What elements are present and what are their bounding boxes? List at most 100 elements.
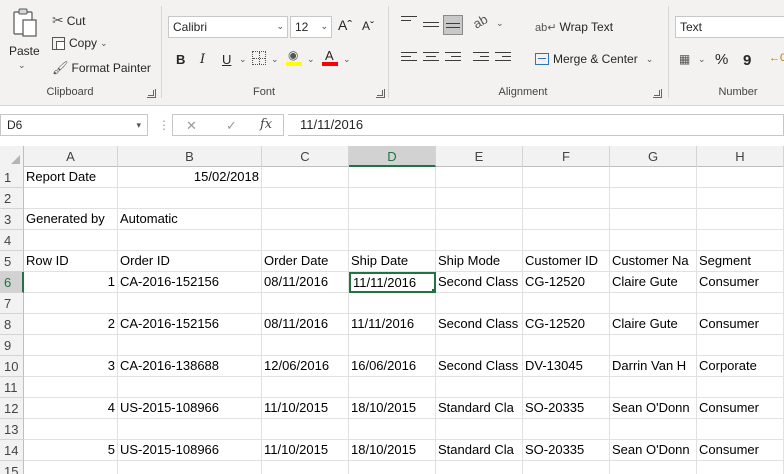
top-align-icon[interactable] bbox=[401, 16, 417, 30]
fill-color-dropdown-icon[interactable]: ⌄ bbox=[307, 54, 315, 65]
cell-h2[interactable] bbox=[697, 188, 784, 209]
cell-b10[interactable]: CA-2016-138688 bbox=[118, 356, 262, 377]
cell-g13[interactable] bbox=[610, 419, 697, 440]
cell-f13[interactable] bbox=[523, 419, 610, 440]
cell-g10[interactable]: Darrin Van H bbox=[610, 356, 697, 377]
cell-g3[interactable] bbox=[610, 209, 697, 230]
italic-button[interactable]: I bbox=[200, 52, 205, 67]
cell-h9[interactable] bbox=[697, 335, 784, 356]
cell-b12[interactable]: US-2015-108966 bbox=[118, 398, 262, 419]
wrap-text-button[interactable]: ab↵ Wrap Text bbox=[535, 20, 613, 34]
cell-g4[interactable] bbox=[610, 230, 697, 251]
cell-d2[interactable] bbox=[349, 188, 436, 209]
cell-a1[interactable]: Report Date bbox=[24, 167, 118, 188]
cell-e13[interactable] bbox=[436, 419, 523, 440]
cell-d4[interactable] bbox=[349, 230, 436, 251]
cell-h7[interactable] bbox=[697, 293, 784, 314]
cell-e14[interactable]: Standard Cla bbox=[436, 440, 523, 461]
cancel-icon[interactable]: ✕ bbox=[186, 118, 197, 134]
column-header-e[interactable]: E bbox=[436, 146, 523, 167]
cell-a14[interactable]: 5 bbox=[24, 440, 118, 461]
column-header-a[interactable]: A bbox=[24, 146, 118, 167]
percent-button[interactable]: % bbox=[715, 51, 728, 68]
cell-d13[interactable] bbox=[349, 419, 436, 440]
cell-c14[interactable]: 11/10/2015 bbox=[262, 440, 349, 461]
column-header-f[interactable]: F bbox=[523, 146, 610, 167]
cell-a12[interactable]: 4 bbox=[24, 398, 118, 419]
cell-e9[interactable] bbox=[436, 335, 523, 356]
cell-b15[interactable] bbox=[118, 461, 262, 474]
middle-align-icon[interactable] bbox=[423, 18, 439, 32]
row-header[interactable]: 9 bbox=[0, 335, 24, 356]
orientation-dropdown-icon[interactable]: ⌄ bbox=[496, 18, 504, 29]
name-box[interactable]: D6 ▾ bbox=[0, 114, 148, 136]
cell-e1[interactable] bbox=[436, 167, 523, 188]
column-header-g[interactable]: G bbox=[610, 146, 697, 167]
cell-f15[interactable] bbox=[523, 461, 610, 474]
row-header[interactable]: 12 bbox=[0, 398, 24, 419]
cell-c9[interactable] bbox=[262, 335, 349, 356]
formula-input[interactable]: 11/11/2016 bbox=[288, 114, 784, 136]
alignment-dialog-launcher-icon[interactable] bbox=[653, 89, 662, 98]
insert-function-icon[interactable]: fx bbox=[260, 117, 272, 132]
cell-e4[interactable] bbox=[436, 230, 523, 251]
cell-c2[interactable] bbox=[262, 188, 349, 209]
row-header[interactable]: 11 bbox=[0, 377, 24, 398]
font-dialog-launcher-icon[interactable] bbox=[376, 89, 385, 98]
cell-h3[interactable] bbox=[697, 209, 784, 230]
cell-f5[interactable]: Customer ID bbox=[523, 251, 610, 272]
cell-e6[interactable]: Second Class bbox=[436, 272, 523, 293]
cell-f3[interactable] bbox=[523, 209, 610, 230]
cell-c4[interactable] bbox=[262, 230, 349, 251]
cell-h4[interactable] bbox=[697, 230, 784, 251]
cell-b11[interactable] bbox=[118, 377, 262, 398]
cell-e3[interactable] bbox=[436, 209, 523, 230]
format-painter-button[interactable]: 🖌 Format Painter bbox=[52, 60, 151, 76]
cell-d5[interactable]: Ship Date bbox=[349, 251, 436, 272]
cell-e12[interactable]: Standard Cla bbox=[436, 398, 523, 419]
cell-h13[interactable] bbox=[697, 419, 784, 440]
row-header[interactable]: 14 bbox=[0, 440, 24, 461]
cut-button[interactable]: ✂ Cut bbox=[52, 12, 85, 29]
underline-dropdown-icon[interactable]: ⌄ bbox=[239, 54, 247, 65]
cell-g14[interactable]: Sean O'Donn bbox=[610, 440, 697, 461]
font-color-button[interactable]: A bbox=[322, 48, 338, 66]
cell-f9[interactable] bbox=[523, 335, 610, 356]
row-header[interactable]: 5 bbox=[0, 251, 24, 272]
font-size-select[interactable]: 12 ⌄ bbox=[290, 16, 332, 38]
cell-c1[interactable] bbox=[262, 167, 349, 188]
cell-g8[interactable]: Claire Gute bbox=[610, 314, 697, 335]
cell-b8[interactable]: CA-2016-152156 bbox=[118, 314, 262, 335]
column-header-c[interactable]: C bbox=[262, 146, 349, 167]
cell-a2[interactable] bbox=[24, 188, 118, 209]
borders-icon[interactable] bbox=[252, 51, 266, 65]
cell-e7[interactable] bbox=[436, 293, 523, 314]
increase-decimal-icon[interactable]: ←0 bbox=[769, 52, 784, 64]
cell-c13[interactable] bbox=[262, 419, 349, 440]
font-name-select[interactable]: Calibri ⌄ bbox=[168, 16, 288, 38]
column-header-b[interactable]: B bbox=[118, 146, 262, 167]
cell-a15[interactable] bbox=[24, 461, 118, 474]
row-header[interactable]: 6 bbox=[0, 272, 24, 293]
chevron-down-icon[interactable]: ▾ bbox=[136, 115, 141, 135]
borders-dropdown-icon[interactable]: ⌄ bbox=[271, 54, 279, 65]
enter-check-icon[interactable]: ✓ bbox=[226, 118, 237, 134]
cell-a11[interactable] bbox=[24, 377, 118, 398]
row-header[interactable]: 13 bbox=[0, 419, 24, 440]
cell-f4[interactable] bbox=[523, 230, 610, 251]
row-header[interactable]: 1 bbox=[0, 167, 24, 188]
bottom-align-icon[interactable] bbox=[443, 15, 463, 35]
comma-style-button[interactable]: 9 bbox=[743, 52, 751, 69]
cell-g5[interactable]: Customer Na bbox=[610, 251, 697, 272]
cell-a3[interactable]: Generated by bbox=[24, 209, 118, 230]
cell-b7[interactable] bbox=[118, 293, 262, 314]
cell-c12[interactable]: 11/10/2015 bbox=[262, 398, 349, 419]
cell-d10[interactable]: 16/06/2016 bbox=[349, 356, 436, 377]
cell-b4[interactable] bbox=[118, 230, 262, 251]
cell-f12[interactable]: SO-20335 bbox=[523, 398, 610, 419]
cell-b2[interactable] bbox=[118, 188, 262, 209]
cell-g2[interactable] bbox=[610, 188, 697, 209]
cell-e15[interactable] bbox=[436, 461, 523, 474]
cell-b13[interactable] bbox=[118, 419, 262, 440]
cell-d14[interactable]: 18/10/2015 bbox=[349, 440, 436, 461]
